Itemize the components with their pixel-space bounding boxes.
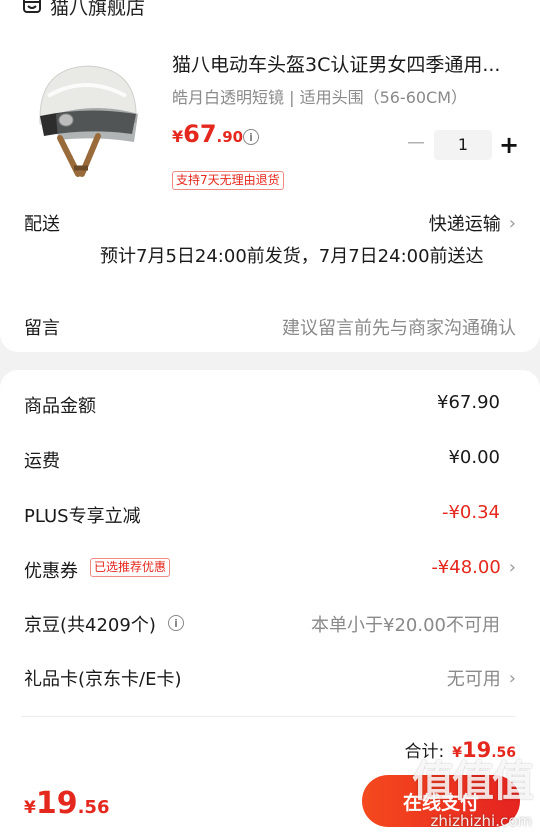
minus-button[interactable]: － [404,130,428,160]
message-input[interactable]: 建议留言前先与商家沟通确认 [282,314,516,340]
gift-card-value: 无可用 [446,669,501,690]
coupon-label: 优惠券 [24,561,78,582]
chevron-right-icon: › [508,212,516,234]
goods-amount-label: 商品金额 [24,396,96,417]
shipping-label: 运费 [24,451,60,472]
info-icon[interactable]: i [168,615,184,631]
chevron-right-icon: › [508,557,516,578]
beans-value: 本单小于¥20.00不可用 [311,615,500,636]
plus-button[interactable]: + [496,130,522,160]
product-price: ¥67.90 [172,120,243,148]
bottom-price-integer: 19 [35,786,78,821]
gift-card-selector[interactable]: 无可用 › [447,665,516,691]
bottom-price: ¥ 19 .56 [24,786,109,821]
coupon-selector[interactable]: -¥48.00 › [431,557,516,578]
product-title[interactable]: 猫八电动车头盔3C认证男女四季通用... [172,50,500,77]
shop-header[interactable]: 猫八旗舰店 [22,0,145,20]
product-image[interactable] [26,56,144,180]
bottom-price-currency: ¥ [24,798,36,818]
watermark-url: zhizhizhi.com [430,812,532,830]
plus-discount-label: PLUS专享立减 [24,506,141,527]
price-integer: 67 [183,120,217,148]
coupon-badge: 已选推荐优惠 [90,558,171,577]
bottom-price-decimal: .56 [77,797,110,818]
price-currency: ¥ [172,127,184,146]
price-summary-card [0,370,540,790]
product-spec[interactable]: 皓月白透明短镜 | 适用头围（56-60CM） [172,84,467,108]
coupon-value: -¥48.00 [431,557,501,578]
beans-label: 京豆(共4209个) [24,615,156,636]
shipping-value: ¥0.00 [448,447,500,468]
delivery-method-button[interactable]: 快递运输 › [429,210,516,236]
quantity-stepper: － 1 + [404,130,522,160]
watermark-logo: 值值值 [411,757,534,806]
quantity-value[interactable]: 1 [434,130,492,160]
info-icon[interactable]: i [243,129,259,145]
goods-amount-value: ¥67.90 [437,392,500,413]
price-decimal: .90 [216,128,244,146]
delivery-estimate: 预计7月5日24:00前发货，7月7日24:00前送达 [100,246,484,267]
gift-card-label: 礼品卡(京东卡/E卡) [24,669,182,690]
divider [22,716,516,717]
delivery-method: 快递运输 [428,214,501,235]
return-policy-badge: 支持7天无理由退货 [172,171,284,190]
order-card: 猫八旗舰店 猫八电动车头盔3C认证男女四季通用... 皓月白透明短镜 | 适用头… [0,0,540,352]
plus-discount-value: -¥0.34 [441,502,500,523]
message-label: 留言 [24,318,60,339]
store-icon [22,0,42,18]
delivery-label: 配送 [24,214,60,235]
shop-name: 猫八旗舰店 [50,0,146,19]
chevron-right-icon: › [508,667,516,689]
